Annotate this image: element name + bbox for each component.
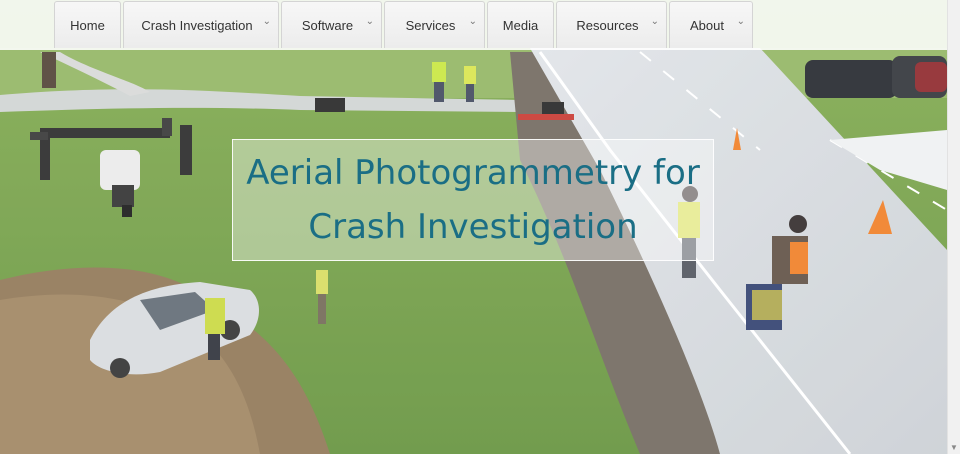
chevron-down-icon: ⌄ [262, 16, 271, 27]
hero-title-line-2: Crash Investigation [308, 207, 638, 247]
nav-item-label: Software [301, 17, 354, 33]
page: Home Crash Investigation ⌄ Software ⌄ Se… [0, 0, 947, 454]
nav-item-resources[interactable]: Resources ⌄ [556, 1, 667, 48]
nav-item-label: Home [70, 17, 105, 33]
chevron-down-icon: ⌄ [650, 16, 659, 27]
nav-item-services[interactable]: Services ⌄ [384, 1, 485, 48]
scroll-down-arrow-icon[interactable]: ▼ [950, 443, 958, 452]
chevron-down-icon: ⌄ [468, 16, 477, 27]
nav-item-label: Resources [576, 17, 639, 33]
nav-item-about[interactable]: About ⌄ [669, 1, 753, 48]
nav-item-home[interactable]: Home [54, 1, 121, 48]
chevron-down-icon: ⌄ [365, 16, 374, 27]
nav-item-software[interactable]: Software ⌄ [281, 1, 382, 48]
hero-title-line-1: Aerial Photogrammetry for [246, 153, 700, 193]
page-scrollbar[interactable]: ▼ [947, 0, 960, 454]
chevron-down-icon: ⌄ [736, 16, 745, 27]
nav-item-label: Crash Investigation [141, 17, 253, 33]
nav-item-label: About [690, 17, 724, 33]
hero-title-box: Aerial Photogrammetry for Crash Investig… [232, 139, 714, 261]
top-navbar: Home Crash Investigation ⌄ Software ⌄ Se… [0, 0, 947, 50]
nav-item-crash-investigation[interactable]: Crash Investigation ⌄ [123, 1, 279, 48]
main-nav: Home Crash Investigation ⌄ Software ⌄ Se… [54, 1, 753, 48]
nav-item-label: Services [405, 17, 456, 33]
nav-item-media[interactable]: Media [487, 1, 554, 48]
nav-item-label: Media [502, 17, 539, 33]
